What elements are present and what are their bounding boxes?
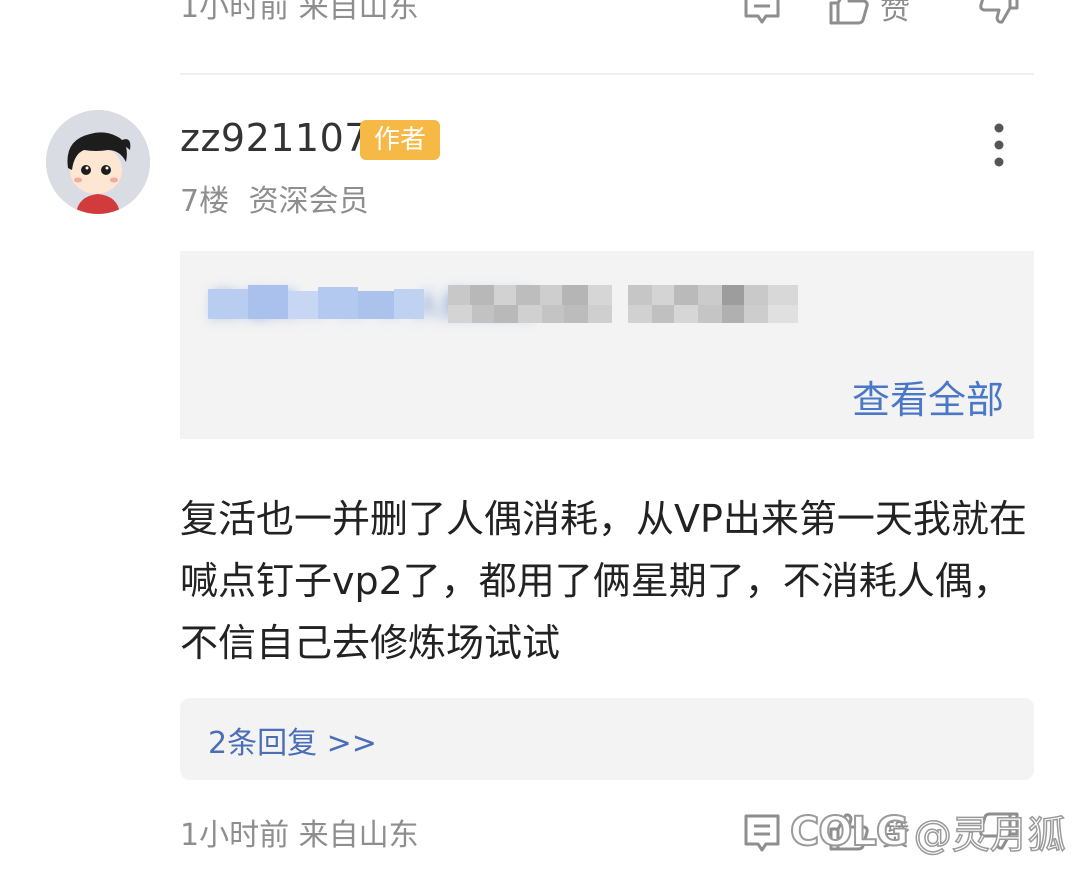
- thumb-up-icon: [829, 813, 869, 851]
- author-badge: 作者: [360, 120, 440, 160]
- thumb-down-icon: [979, 0, 1019, 24]
- reply-button[interactable]: [742, 812, 782, 854]
- floor-number: 7楼: [180, 184, 230, 219]
- previous-dislike-button[interactable]: [978, 0, 1020, 26]
- dislike-button[interactable]: [978, 810, 1020, 852]
- comment-timestamp: 1小时前: [180, 818, 290, 853]
- previous-comment-meta: 1小时前 来自山东: [180, 0, 419, 26]
- avatar[interactable]: [46, 110, 150, 214]
- avatar-cartoon-icon: [46, 110, 150, 214]
- thumb-up-icon: [829, 0, 869, 25]
- floor-info: 7楼 资深会员: [180, 176, 369, 220]
- comment-location: 来自山东: [298, 818, 419, 853]
- comment-divider: [180, 73, 1034, 75]
- like-label: 赞: [880, 818, 910, 853]
- previous-comment-location: 来自山东: [298, 0, 419, 25]
- like-button[interactable]: 赞: [828, 810, 910, 854]
- previous-reply-button[interactable]: [742, 0, 782, 26]
- more-options-button[interactable]: [982, 122, 1016, 168]
- view-all-link[interactable]: 查看全部: [852, 369, 1004, 424]
- username[interactable]: zz921107: [180, 116, 369, 160]
- comment-icon: [744, 814, 780, 852]
- more-vertical-icon: [994, 123, 1004, 167]
- previous-like-label: 赞: [880, 0, 910, 27]
- previous-like-button[interactable]: 赞: [828, 0, 910, 28]
- replies-button[interactable]: 2条回复 >>: [180, 698, 1034, 780]
- member-level: 资深会员: [248, 184, 369, 219]
- thumb-down-icon: [979, 812, 1019, 850]
- previous-comment-timestamp: 1小时前: [180, 0, 290, 25]
- comment-icon: [744, 0, 780, 24]
- previous-comment-footer: 1小时前 来自山东 赞: [0, 0, 1080, 32]
- comment-meta: 1小时前 来自山东: [180, 810, 419, 854]
- replies-count-label: 2条回复 >>: [208, 726, 377, 761]
- pixelated-mosaic: [208, 285, 798, 323]
- comment-body: 复活也一并删了人偶消耗，从VP出来第一天我就在喊点钉子vp2了，都用了俩星期了，…: [180, 497, 1027, 665]
- quoted-comment[interactable]: 灵魂转... ... ... 人偶消耗: [180, 251, 1034, 439]
